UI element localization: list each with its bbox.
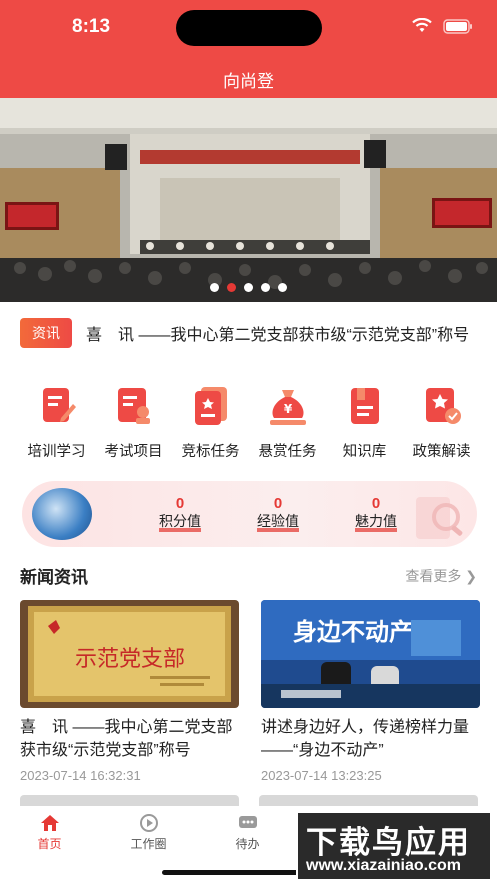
menu-item-bid-task[interactable]: 竞标任务	[172, 384, 249, 461]
menu-item-knowledge-base[interactable]: 知识库	[326, 384, 403, 461]
plaque-text: 示范党支部	[75, 647, 185, 672]
function-grid: 培训学习 考试项目 竞标任务 ¥ 悬赏任务 知识库 政策解读	[18, 384, 480, 461]
news-card-image: 身边不动产	[261, 600, 480, 708]
menu-item-training[interactable]: 培训学习	[18, 384, 95, 461]
status-icons	[411, 18, 473, 34]
status-time: 8:13	[72, 16, 111, 37]
watermark-url: www.xiazainiao.com	[306, 857, 462, 874]
ticker-text[interactable]: 喜 讯 ——我中心第二党支部获市级“示范党支部”称号	[86, 321, 480, 345]
news-ticker[interactable]: 资讯 喜 讯 ——我中心第二党支部获市级“示范党支部”称号	[20, 318, 480, 348]
news-card[interactable]: 身边不动产 讲述身边好人，传递榜样力量 ——“身边不动产” 2023-07-14…	[261, 600, 480, 783]
tab-label: 首页	[37, 837, 62, 851]
watermark-title: 下载鸟应用	[306, 825, 471, 860]
stat-points[interactable]: 0 积分值	[150, 495, 210, 532]
stage-text: 身边不动产	[293, 618, 413, 646]
search-doc-decoration-icon	[416, 497, 463, 539]
stat-value: 0	[273, 495, 283, 512]
news-card-title: 讲述身边好人，传递榜样力量 ——“身边不动产”	[261, 719, 470, 759]
carousel-dot[interactable]	[244, 283, 253, 292]
menu-item-policy[interactable]: 政策解读	[403, 384, 480, 461]
news-card-image: 示范党支部	[20, 600, 239, 708]
news-card-date: 2023-07-14 13:23:25	[261, 768, 382, 783]
news-section-header: 新闻资讯 查看更多 ❯	[20, 563, 477, 588]
news-card[interactable]: 示范党支部 喜 讯 ——我中心第二党支部获市级“示范党支部”称号 2023-07…	[20, 600, 239, 783]
svg-text:¥: ¥	[283, 402, 292, 416]
dynamic-island	[176, 10, 322, 46]
stat-charm[interactable]: 0 魅力值	[346, 495, 406, 532]
menu-label: 政策解读	[412, 444, 471, 460]
menu-label: 竞标任务	[181, 444, 240, 460]
ticker-badge: 资讯	[20, 318, 72, 348]
carousel-dot-active[interactable]	[227, 283, 236, 292]
watermark-logo: 下载鸟应用 www.xiazainiao.com	[296, 811, 492, 881]
stat-label: 经验值	[257, 514, 299, 532]
menu-label: 知识库	[342, 444, 387, 460]
exam-stamp-icon	[117, 388, 150, 424]
home-icon	[40, 815, 59, 831]
points-card[interactable]: 0 积分值 0 经验值 0 魅力值	[22, 481, 477, 547]
tab-label: 工作圈	[130, 837, 167, 851]
menu-label: 悬赏任务	[258, 444, 317, 460]
stat-experience[interactable]: 0 经验值	[248, 495, 308, 532]
news-card-title: 喜 讯 ——我中心第二党支部获市级“示范党支部”称号	[20, 719, 233, 759]
banner-carousel[interactable]	[0, 98, 497, 302]
wifi-icon	[412, 18, 432, 32]
carousel-dot[interactable]	[261, 283, 270, 292]
book-icon	[350, 388, 379, 424]
stat-value: 0	[371, 495, 381, 512]
news-list: 示范党支部 喜 讯 ——我中心第二党支部获市级“示范党支部”称号 2023-07…	[20, 600, 480, 783]
battery-icon	[443, 18, 472, 34]
carousel-dot[interactable]	[210, 283, 219, 292]
carousel-dot[interactable]	[278, 283, 287, 292]
menu-label: 培训学习	[27, 444, 86, 460]
money-bag-icon: ¥	[269, 390, 306, 425]
document-edit-icon	[42, 388, 76, 422]
stat-label: 积分值	[159, 514, 201, 532]
tab-label: 待办	[235, 837, 260, 851]
bid-task-icon	[194, 387, 227, 425]
message-icon	[238, 816, 257, 828]
section-title: 新闻资讯	[20, 568, 88, 587]
menu-item-reward-task[interactable]: ¥ 悬赏任务	[249, 384, 326, 461]
menu-label: 考试项目	[104, 444, 163, 460]
menu-item-exam[interactable]: 考试项目	[95, 384, 172, 461]
page-title: 向尚登	[223, 72, 274, 91]
policy-star-icon	[425, 388, 461, 424]
banner-image	[0, 98, 497, 302]
news-card-date: 2023-07-14 16:32:31	[20, 768, 141, 783]
carousel-dots	[0, 283, 497, 292]
stat-value: 0	[175, 495, 185, 512]
tab-home[interactable]: 首页	[0, 806, 99, 883]
view-more-link[interactable]: 查看更多 ❯	[405, 566, 477, 586]
stat-label: 魅力值	[355, 514, 397, 532]
play-circle-icon	[139, 814, 158, 832]
avatar[interactable]	[32, 488, 92, 540]
app-header: 8:13 向尚登	[0, 0, 497, 98]
